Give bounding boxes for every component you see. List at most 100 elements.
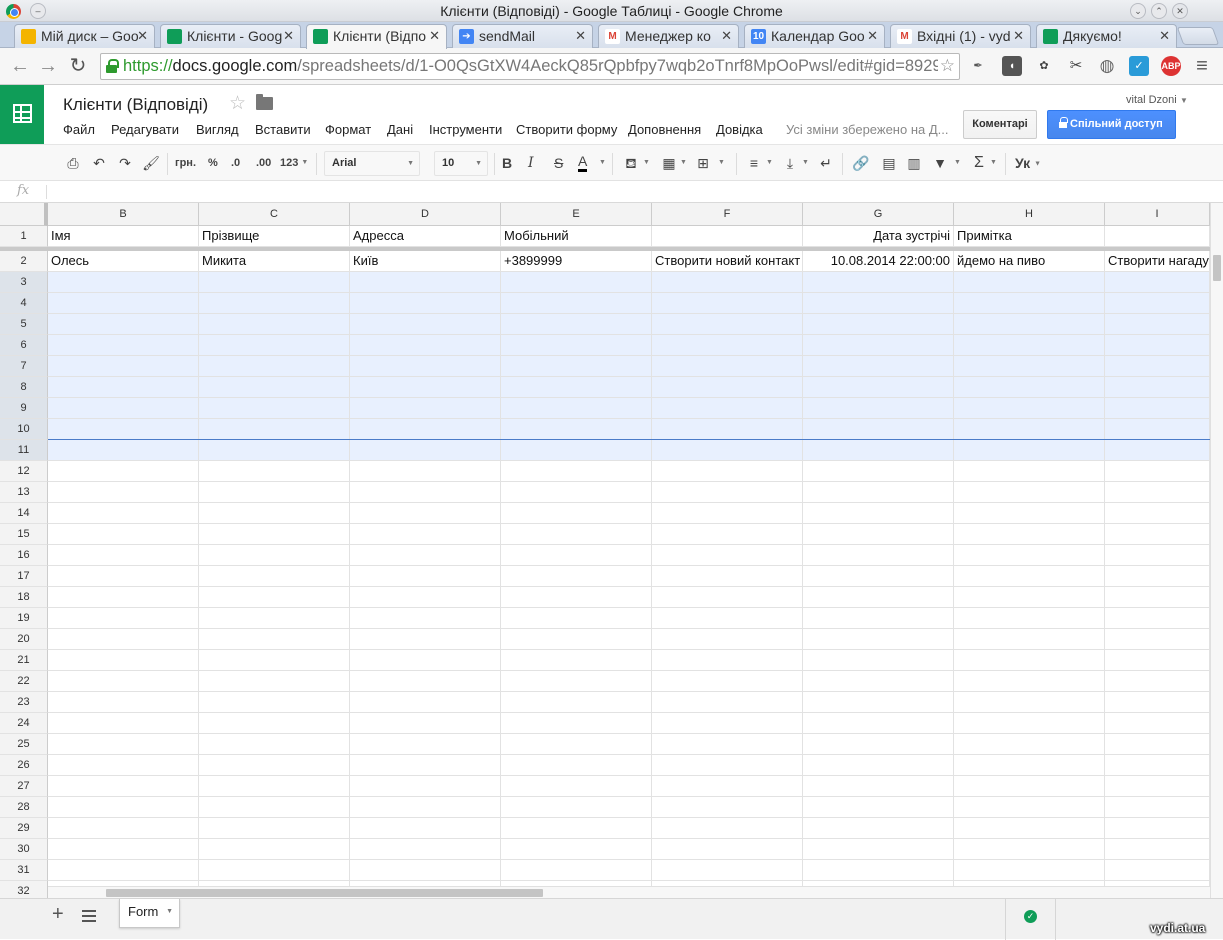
table-cell[interactable] [803,734,954,755]
table-cell[interactable] [652,419,803,440]
row-header[interactable]: 21 [0,650,48,671]
table-cell[interactable] [350,524,501,545]
close-icon[interactable]: ✕ [1159,28,1170,44]
table-cell[interactable] [199,524,350,545]
table-cell[interactable] [501,587,652,608]
cut-icon[interactable]: ✂ [1066,56,1086,76]
table-cell[interactable] [48,671,199,692]
chevron-down-icon[interactable]: ▼ [643,154,650,172]
table-cell[interactable] [1105,818,1210,839]
table-cell[interactable] [501,629,652,650]
scrollbar-thumb[interactable] [1213,255,1221,281]
table-cell[interactable] [199,566,350,587]
table-cell[interactable] [652,650,803,671]
table-cell[interactable] [350,272,501,293]
decrease-decimal-button[interactable]: .0 [231,154,240,172]
browser-tab[interactable]: ➔ sendMail ✕ [452,24,593,48]
table-cell[interactable] [1105,293,1210,314]
chevron-down-icon[interactable]: ▼ [599,154,606,172]
table-cell[interactable] [954,377,1105,398]
italic-button[interactable]: I [528,154,534,172]
input-tools-button[interactable]: Ук ▼ [1015,154,1041,172]
table-cell[interactable] [350,692,501,713]
table-cell[interactable] [199,419,350,440]
row-header[interactable]: 16 [0,545,48,566]
table-cell[interactable] [1105,226,1210,247]
table-cell[interactable] [954,461,1105,482]
table-cell[interactable] [199,335,350,356]
table-cell[interactable] [350,818,501,839]
table-cell[interactable] [803,755,954,776]
browser-tab[interactable]: M Вхідні (1) - vyd ✕ [890,24,1031,48]
table-cell[interactable] [501,524,652,545]
table-cell[interactable] [48,713,199,734]
close-icon[interactable]: ✕ [137,28,148,44]
row-header[interactable]: 7 [0,356,48,377]
table-cell[interactable]: Адресса [350,226,501,247]
table-cell[interactable] [652,734,803,755]
table-cell[interactable] [1105,608,1210,629]
table-cell[interactable]: йдемо на пиво [954,251,1105,272]
table-cell[interactable] [350,461,501,482]
table-cell[interactable] [48,629,199,650]
table-cell[interactable] [803,461,954,482]
table-cell[interactable] [803,545,954,566]
menu-file[interactable]: Файл [63,122,95,137]
table-cell[interactable] [350,545,501,566]
align-left-icon[interactable]: ≡ [745,154,763,172]
table-cell[interactable] [501,356,652,377]
folder-icon[interactable] [256,94,273,110]
table-cell[interactable] [1105,860,1210,881]
table-cell[interactable] [48,272,199,293]
table-cell[interactable] [652,587,803,608]
table-cell[interactable] [199,545,350,566]
table-cell[interactable] [199,461,350,482]
table-cell[interactable] [501,755,652,776]
table-cell[interactable] [954,818,1105,839]
table-cell[interactable] [350,314,501,335]
close-icon[interactable]: ✕ [867,28,878,44]
table-cell[interactable] [1105,440,1210,461]
table-cell[interactable] [48,755,199,776]
table-cell[interactable] [652,226,803,247]
table-cell[interactable] [954,293,1105,314]
table-cell[interactable] [350,629,501,650]
menu-tools[interactable]: Інструменти [429,122,502,137]
comments-button[interactable]: Коментарі [963,110,1037,139]
table-cell[interactable] [954,797,1105,818]
table-cell[interactable] [501,419,652,440]
table-cell[interactable] [652,377,803,398]
menu-help[interactable]: Довідка [716,122,763,137]
minimize-button[interactable]: ⌄ [1130,3,1146,19]
table-cell[interactable] [954,608,1105,629]
table-cell[interactable] [652,566,803,587]
chevron-down-icon[interactable]: ▼ [954,154,961,172]
column-header-e[interactable]: E [501,203,652,226]
filter-icon[interactable]: ▼ [931,154,949,172]
table-cell[interactable] [48,797,199,818]
adblock-icon[interactable]: ABP [1161,56,1181,76]
row-header[interactable]: 11 [0,440,48,461]
bookmark-star-icon[interactable]: ☆ [937,56,955,76]
table-cell[interactable] [501,398,652,419]
table-cell[interactable] [48,860,199,881]
table-cell[interactable] [1105,482,1210,503]
table-cell[interactable] [652,797,803,818]
column-header-f[interactable]: F [652,203,803,226]
menu-data[interactable]: Дані [387,122,413,137]
table-cell[interactable]: Примітка [954,226,1105,247]
row-header[interactable]: 25 [0,734,48,755]
back-icon[interactable]: ← [8,54,32,78]
increase-decimal-button[interactable]: .00 [256,154,271,172]
table-cell[interactable] [1105,503,1210,524]
vertical-scrollbar[interactable] [1210,203,1223,898]
table-cell[interactable] [1105,734,1210,755]
currency-format-button[interactable]: грн. [175,154,196,172]
table-cell[interactable] [803,713,954,734]
evernote-icon[interactable]: ✿ [1034,56,1054,76]
paint-format-icon[interactable]: 🖌 [142,154,160,172]
fill-color-icon[interactable]: ⛾ [622,154,640,172]
table-cell[interactable] [652,818,803,839]
table-cell[interactable] [350,566,501,587]
all-sheets-icon[interactable] [82,910,96,922]
